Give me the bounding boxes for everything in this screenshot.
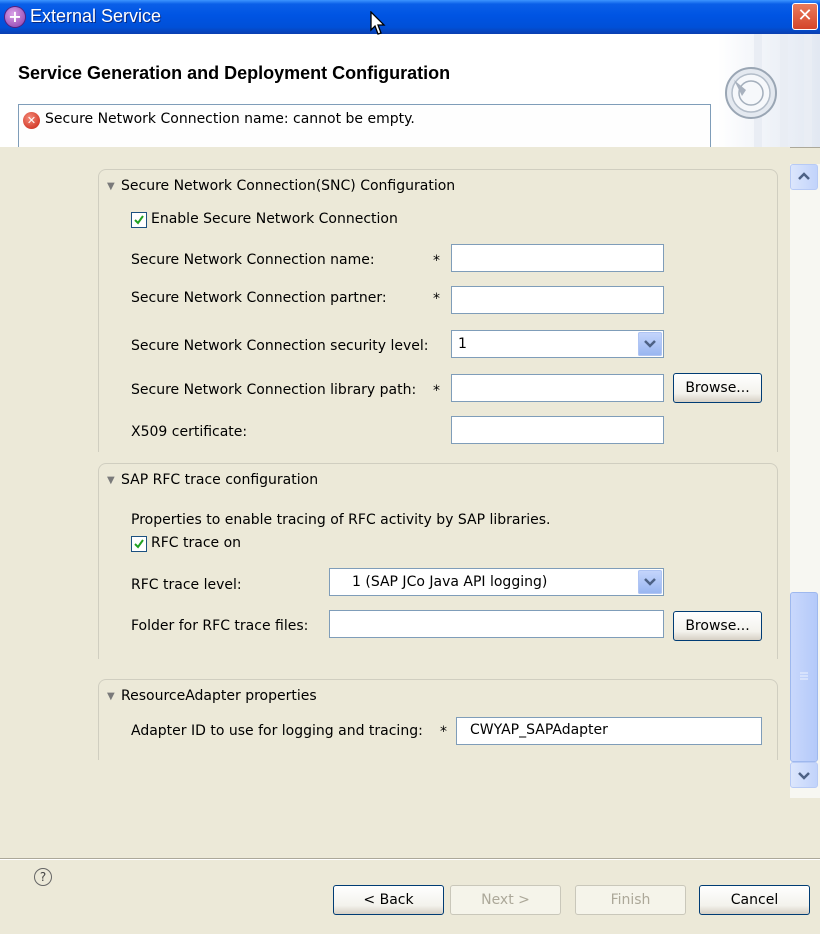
x509-certificate-label: X509 certificate:: [131, 424, 248, 440]
required-marker: *: [440, 724, 447, 740]
ra-section-header[interactable]: ▼ ResourceAdapter properties: [107, 688, 317, 704]
wizard-header: Service Generation and Deployment Config…: [0, 34, 820, 148]
rfc-trace-on-checkbox[interactable]: [131, 536, 147, 552]
wizard-footer: [0, 825, 820, 934]
snc-library-path-label: Secure Network Connection library path:: [131, 382, 417, 398]
snc-security-level-value: 1: [458, 336, 467, 352]
chevron-down-icon[interactable]: [638, 332, 662, 356]
adapter-id-label: Adapter ID to use for logging and tracin…: [131, 723, 423, 739]
error-icon: ✕: [23, 112, 40, 129]
scroll-up-button[interactable]: [790, 164, 818, 190]
error-message-box: ✕ Secure Network Connection name: cannot…: [18, 104, 711, 147]
snc-name-label: Secure Network Connection name:: [131, 252, 375, 268]
error-message: Secure Network Connection name: cannot b…: [45, 111, 415, 127]
next-button[interactable]: Next >: [450, 885, 561, 915]
rfc-section-title: SAP RFC trace configuration: [121, 472, 319, 488]
rfc-folder-label: Folder for RFC trace files:: [131, 618, 309, 634]
adapter-id-input[interactable]: CWYAP_SAPAdapter: [456, 717, 762, 745]
rfc-description: Properties to enable tracing of RFC acti…: [131, 512, 551, 528]
window-title-bar: + External Service ✕: [0, 0, 820, 34]
required-marker: *: [433, 253, 440, 269]
collapse-twistie-icon[interactable]: ▼: [107, 181, 121, 192]
finish-button[interactable]: Finish: [575, 885, 686, 915]
rfc-trace-on-label[interactable]: RFC trace on: [151, 535, 241, 551]
collapse-twistie-icon[interactable]: ▼: [107, 475, 121, 486]
snc-security-level-select[interactable]: 1: [451, 330, 664, 358]
ra-section-title: ResourceAdapter properties: [121, 688, 317, 704]
wizard-content: ▼ Secure Network Connection(SNC) Configur…: [0, 147, 790, 825]
required-marker: *: [433, 383, 440, 399]
rfc-trace-level-value: 1 (SAP JCo Java API logging): [352, 574, 548, 590]
enable-snc-label[interactable]: Enable Secure Network Connection: [151, 211, 398, 227]
chevron-down-icon[interactable]: [638, 570, 662, 594]
snc-security-level-label: Secure Network Connection security level…: [131, 338, 429, 354]
close-button[interactable]: ✕: [792, 3, 818, 30]
rfc-section-header[interactable]: ▼ SAP RFC trace configuration: [107, 472, 318, 488]
scroll-down-button[interactable]: [790, 762, 818, 788]
page-title: Service Generation and Deployment Config…: [18, 63, 451, 83]
snc-library-path-input[interactable]: [451, 374, 664, 402]
app-icon: +: [5, 7, 25, 27]
help-icon[interactable]: ?: [34, 868, 52, 886]
snc-library-browse-button[interactable]: Browse...: [673, 373, 762, 403]
required-marker: *: [433, 291, 440, 307]
rfc-folder-browse-button[interactable]: Browse...: [673, 611, 762, 641]
snc-section-header[interactable]: ▼ Secure Network Connection(SNC) Configur…: [107, 178, 455, 194]
collapse-twistie-icon[interactable]: ▼: [107, 691, 121, 702]
rfc-trace-level-label: RFC trace level:: [131, 577, 242, 593]
back-button[interactable]: < Back: [333, 885, 444, 915]
enable-snc-checkbox[interactable]: [131, 212, 147, 228]
rfc-trace-level-select[interactable]: 1 (SAP JCo Java API logging): [329, 568, 664, 596]
vertical-scrollbar[interactable]: [790, 164, 820, 798]
x509-certificate-input[interactable]: [451, 416, 664, 444]
mouse-cursor-icon: [370, 11, 386, 35]
cancel-button[interactable]: Cancel: [699, 885, 810, 915]
rfc-folder-input[interactable]: [329, 610, 664, 638]
wizard-banner-icon: [725, 67, 777, 119]
window-title: External Service: [30, 6, 162, 26]
snc-partner-label: Secure Network Connection partner:: [131, 290, 387, 306]
scroll-thumb[interactable]: [790, 592, 818, 762]
footer-divider: [0, 858, 820, 860]
snc-section-title: Secure Network Connection(SNC) Configura…: [121, 178, 456, 194]
snc-name-input[interactable]: [451, 244, 664, 272]
snc-partner-input[interactable]: [451, 286, 664, 314]
